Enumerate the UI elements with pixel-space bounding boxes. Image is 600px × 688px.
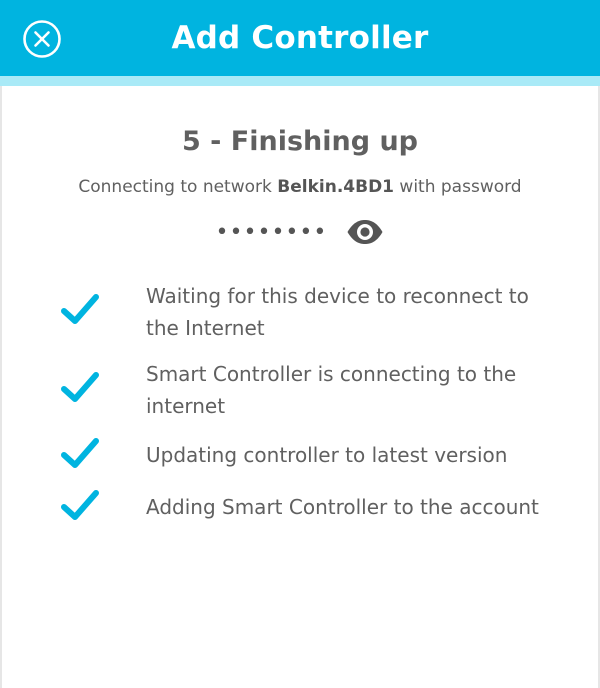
header-strip xyxy=(0,76,600,86)
check-icon xyxy=(60,292,100,326)
network-name: Belkin.4BD1 xyxy=(277,177,395,197)
step-label: Smart Controller is connecting to the in… xyxy=(146,362,517,418)
step-label: Updating controller to latest version xyxy=(146,443,508,467)
eye-icon xyxy=(347,220,383,244)
connection-info: Connecting to network Belkin.4BD1 with p… xyxy=(0,177,600,197)
step-title: 5 - Finishing up xyxy=(181,126,418,157)
check-icon xyxy=(60,370,100,404)
password-field: •••••••• xyxy=(215,219,328,245)
check-icon xyxy=(60,488,100,522)
step-label: Adding Smart Controller to the account xyxy=(146,495,539,519)
connection-suffix: with password xyxy=(399,177,522,197)
check-icon xyxy=(60,436,100,470)
connection-prefix: Connecting to network xyxy=(78,177,272,197)
page-title: Add Controller xyxy=(171,20,429,56)
password-row: •••••••• xyxy=(0,218,600,258)
step-label: Waiting for this device to reconnect to … xyxy=(146,284,529,340)
show-password-button[interactable] xyxy=(346,218,384,246)
